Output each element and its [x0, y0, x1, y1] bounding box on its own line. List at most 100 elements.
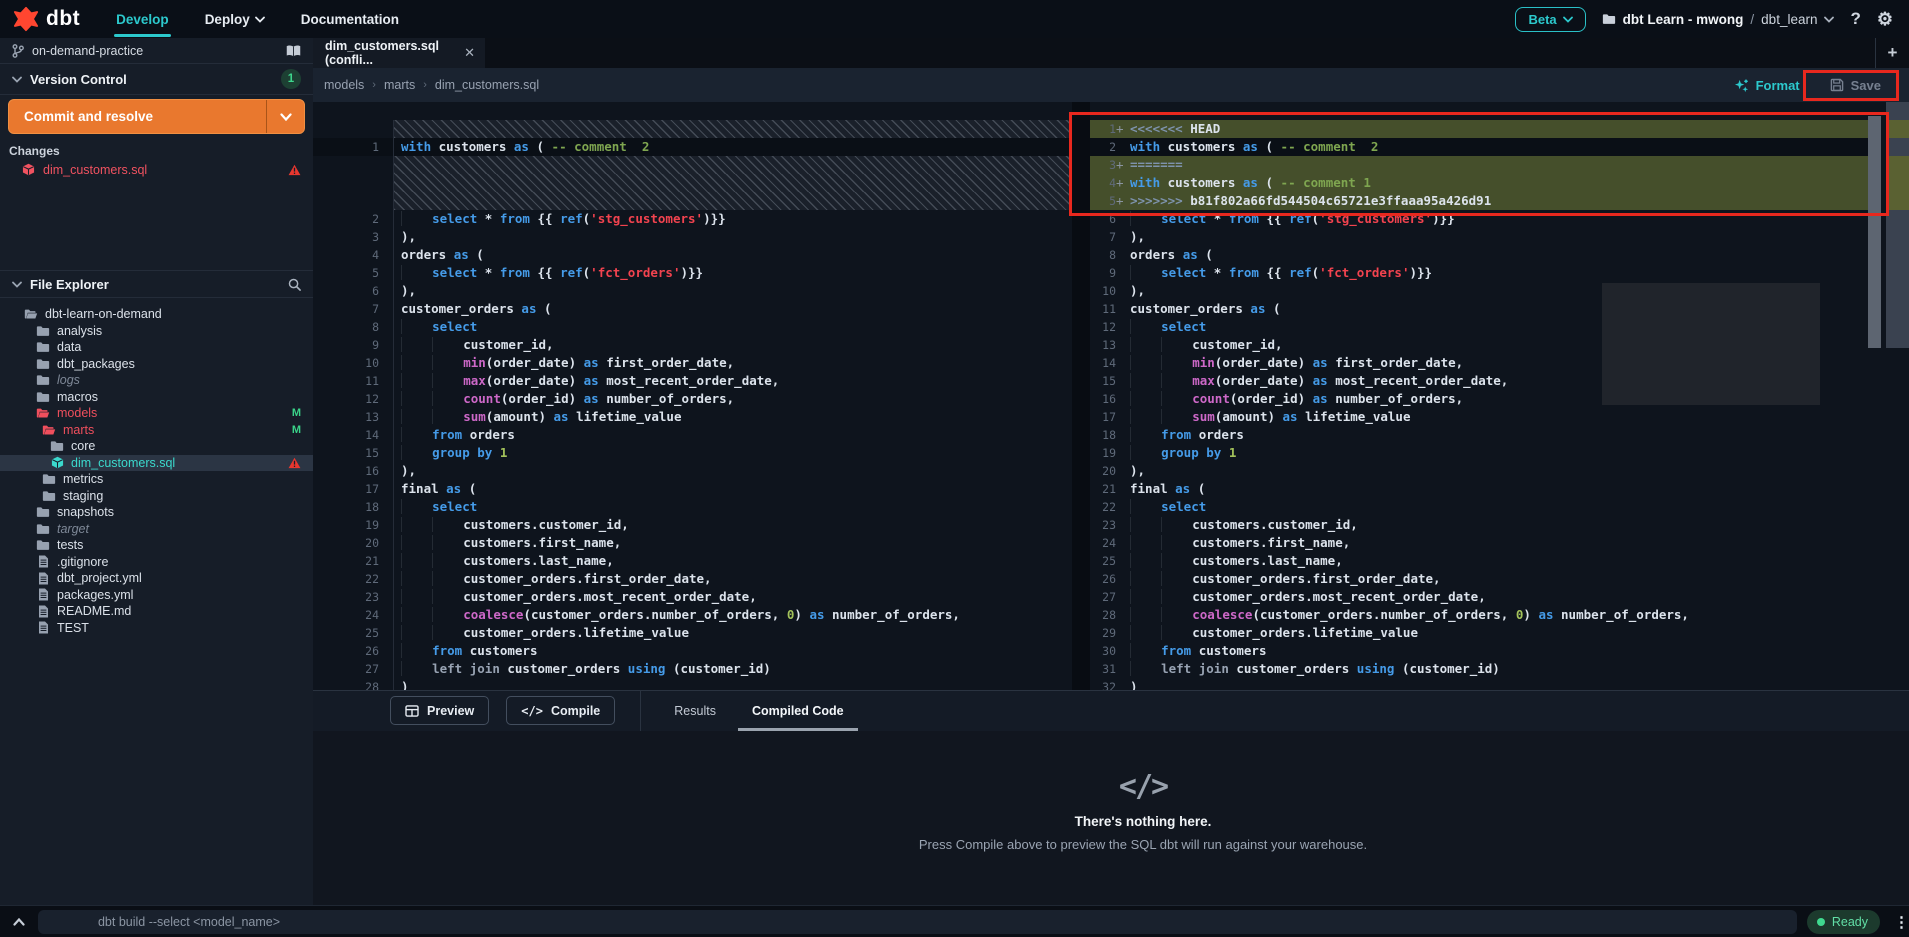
breadcrumb-item[interactable]: dim_customers.sql: [435, 78, 539, 92]
code-line-right-26[interactable]: 26 customer_orders.first_order_date,: [1090, 570, 1868, 588]
file-tree-item-data[interactable]: data: [0, 339, 313, 356]
code-line-right-7[interactable]: 7 ),: [1090, 228, 1868, 246]
file-tree-item-snapshots[interactable]: snapshots: [0, 504, 313, 521]
file-tree-item-readme-md[interactable]: README.md: [0, 603, 313, 620]
code-line-left-26[interactable]: 26 from customers: [313, 642, 1072, 660]
file-tree-item-dim-customers-sql[interactable]: dim_customers.sql: [0, 455, 313, 472]
code-line-left-1[interactable]: 1with customers as ( -- comment 2: [313, 138, 1072, 156]
file-tree-item-metrics[interactable]: metrics: [0, 471, 313, 488]
code-line-left-9[interactable]: 9 customer_id,: [313, 336, 1072, 354]
help-icon[interactable]: ?: [1850, 9, 1860, 29]
diff-editor[interactable]: 1with customers as ( -- comment 2 2 selec…: [313, 102, 1909, 690]
code-line-left-8[interactable]: 8 select: [313, 318, 1072, 336]
close-icon[interactable]: ✕: [464, 45, 475, 61]
code-line-right-29[interactable]: 29 customer_orders.lifetime_value: [1090, 624, 1868, 642]
code-line-right-19[interactable]: 19 group by 1: [1090, 444, 1868, 462]
tab-compiled-code[interactable]: Compiled Code: [734, 691, 862, 731]
kebab-menu-icon[interactable]: ⋮: [1894, 913, 1909, 931]
tab-results[interactable]: Results: [656, 691, 734, 731]
project-selector[interactable]: dbt Learn - mwong / dbt_learn: [1602, 12, 1835, 27]
code-line-left-22[interactable]: 22 customer_orders.first_order_date,: [313, 570, 1072, 588]
code-line-left-6[interactable]: 6),: [313, 282, 1072, 300]
code-line-left-4[interactable]: 4orders as (: [313, 246, 1072, 264]
code-line-left-23[interactable]: 23 customer_orders.most_recent_order_dat…: [313, 588, 1072, 606]
code-line-right-27[interactable]: 27 customer_orders.most_recent_order_dat…: [1090, 588, 1868, 606]
file-tree-item-macros[interactable]: macros: [0, 389, 313, 406]
commit-options-chevron[interactable]: [266, 100, 304, 133]
code-line-left-21[interactable]: 21 customers.last_name,: [313, 552, 1072, 570]
code-line-right-24[interactable]: 24 customers.first_name,: [1090, 534, 1868, 552]
code-line-left-25[interactable]: 25 customer_orders.lifetime_value: [313, 624, 1072, 642]
file-tree-item-analysis[interactable]: analysis: [0, 323, 313, 340]
code-line-right-18[interactable]: 18 from orders: [1090, 426, 1868, 444]
code-line-right-28[interactable]: 28 coalesce(customer_orders.number_of_or…: [1090, 606, 1868, 624]
code-line-left-13[interactable]: 13 sum(amount) as lifetime_value: [313, 408, 1072, 426]
dbt-logo[interactable]: dbt: [0, 6, 98, 32]
code-line-left-16[interactable]: 16),: [313, 462, 1072, 480]
version-control-header[interactable]: Version Control 1: [0, 64, 313, 95]
beta-dropdown[interactable]: Beta: [1515, 7, 1585, 32]
file-tree-item-dbt-packages[interactable]: dbt_packages: [0, 356, 313, 373]
settings-gear-icon[interactable]: ⚙: [1877, 9, 1893, 30]
code-line-right-23[interactable]: 23 customers.customer_id,: [1090, 516, 1868, 534]
command-input[interactable]: [38, 910, 1797, 934]
file-tree-item-staging[interactable]: staging: [0, 488, 313, 505]
file-tree-item-target[interactable]: target: [0, 521, 313, 538]
git-branch-selector[interactable]: on-demand-practice: [0, 38, 313, 64]
code-line-right-3[interactable]: 3+=======: [1090, 156, 1868, 174]
code-line-left-17[interactable]: 17final as (: [313, 480, 1072, 498]
changed-file-item[interactable]: dim_customers.sql: [0, 160, 313, 179]
code-line-left-11[interactable]: 11 max(order_date) as most_recent_order_…: [313, 372, 1072, 390]
nav-documentation[interactable]: Documentation: [283, 0, 417, 38]
chevron-up-icon[interactable]: [0, 918, 38, 926]
nav-develop[interactable]: Develop: [98, 0, 187, 38]
code-line-right-21[interactable]: 21 final as (: [1090, 480, 1868, 498]
diff-pane-current[interactable]: 1with customers as ( -- comment 2 2 selec…: [313, 102, 1072, 690]
tab-dim-customers[interactable]: dim_customers.sql (confli... ✕: [313, 38, 485, 68]
code-line-left-28[interactable]: 28): [313, 678, 1072, 690]
code-line-right-32[interactable]: 32 ): [1090, 678, 1868, 690]
code-line-left-12[interactable]: 12 count(order_id) as number_of_orders,: [313, 390, 1072, 408]
code-line-left-7[interactable]: 7customer_orders as (: [313, 300, 1072, 318]
file-tree-item--gitignore[interactable]: .gitignore: [0, 554, 313, 571]
code-line-right-9[interactable]: 9 select * from {{ ref('fct_orders')}}: [1090, 264, 1868, 282]
breadcrumb-item[interactable]: marts: [384, 78, 415, 92]
code-line-right-30[interactable]: 30 from customers: [1090, 642, 1868, 660]
code-line-left-3[interactable]: 3),: [313, 228, 1072, 246]
code-line-left-18[interactable]: 18 select: [313, 498, 1072, 516]
code-line-left-19[interactable]: 19 customers.customer_id,: [313, 516, 1072, 534]
code-line-left-24[interactable]: 24 coalesce(customer_orders.number_of_or…: [313, 606, 1072, 624]
code-line-left-27[interactable]: 27 left join customer_orders using (cust…: [313, 660, 1072, 678]
file-tree-item-test[interactable]: TEST: [0, 620, 313, 637]
code-line-left-14[interactable]: 14 from orders: [313, 426, 1072, 444]
code-line-right-22[interactable]: 22 select: [1090, 498, 1868, 516]
code-line-left-5[interactable]: 5 select * from {{ ref('fct_orders')}}: [313, 264, 1072, 282]
code-line-right-5[interactable]: 5+>>>>>>> b81f802a66fd544504c65721e3ffaa…: [1090, 192, 1868, 210]
search-icon[interactable]: [288, 278, 301, 291]
code-line-right-2[interactable]: 2 with customers as ( -- comment 2: [1090, 138, 1868, 156]
code-line-right-17[interactable]: 17 sum(amount) as lifetime_value: [1090, 408, 1868, 426]
save-button[interactable]: Save: [1830, 78, 1881, 93]
docs-book-icon[interactable]: [286, 45, 301, 57]
file-tree-item-dbt-learn-on-demand[interactable]: dbt-learn-on-demand: [0, 306, 313, 323]
code-line-left-2[interactable]: 2 select * from {{ ref('stg_customers')}…: [313, 210, 1072, 228]
breadcrumb-item[interactable]: models: [324, 78, 364, 92]
format-button[interactable]: Format: [1734, 78, 1800, 93]
code-line-right-20[interactable]: 20 ),: [1090, 462, 1868, 480]
file-tree-item-marts[interactable]: martsM: [0, 422, 313, 439]
code-line-left-10[interactable]: 10 min(order_date) as first_order_date,: [313, 354, 1072, 372]
code-line-right-8[interactable]: 8 orders as (: [1090, 246, 1868, 264]
preview-button[interactable]: Preview: [390, 696, 489, 725]
nav-deploy[interactable]: Deploy: [187, 0, 283, 38]
code-line-left-20[interactable]: 20 customers.first_name,: [313, 534, 1072, 552]
file-explorer-header[interactable]: File Explorer: [0, 270, 313, 298]
new-tab-button[interactable]: +: [1875, 38, 1909, 68]
file-tree-item-core[interactable]: core: [0, 438, 313, 455]
code-line-right-6[interactable]: 6 select * from {{ ref('stg_customers')}…: [1090, 210, 1868, 228]
code-line-right-25[interactable]: 25 customers.last_name,: [1090, 552, 1868, 570]
code-line-right-1[interactable]: 1+<<<<<<< HEAD: [1090, 120, 1868, 138]
file-tree-item-models[interactable]: modelsM: [0, 405, 313, 422]
file-tree-item-tests[interactable]: tests: [0, 537, 313, 554]
commit-and-resolve-button[interactable]: Commit and resolve: [8, 99, 305, 134]
code-line-right-4[interactable]: 4+with customers as ( -- comment 1: [1090, 174, 1868, 192]
